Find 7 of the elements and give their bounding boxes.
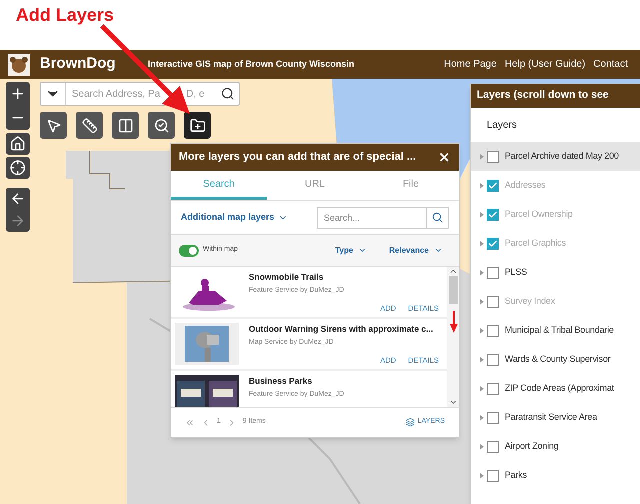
annotation-label: Add Layers [16, 5, 114, 25]
nav-link[interactable]: Home Page [444, 57, 497, 72]
nav-link[interactable]: Contact [594, 57, 628, 72]
app-title: BrownDog [40, 54, 117, 74]
nav-link[interactable]: Help (User Guide) [504, 57, 586, 72]
app-subtitle: Interactive GIS map of Brown County Wisconsin [148, 58, 354, 71]
logo-icon [8, 54, 30, 76]
